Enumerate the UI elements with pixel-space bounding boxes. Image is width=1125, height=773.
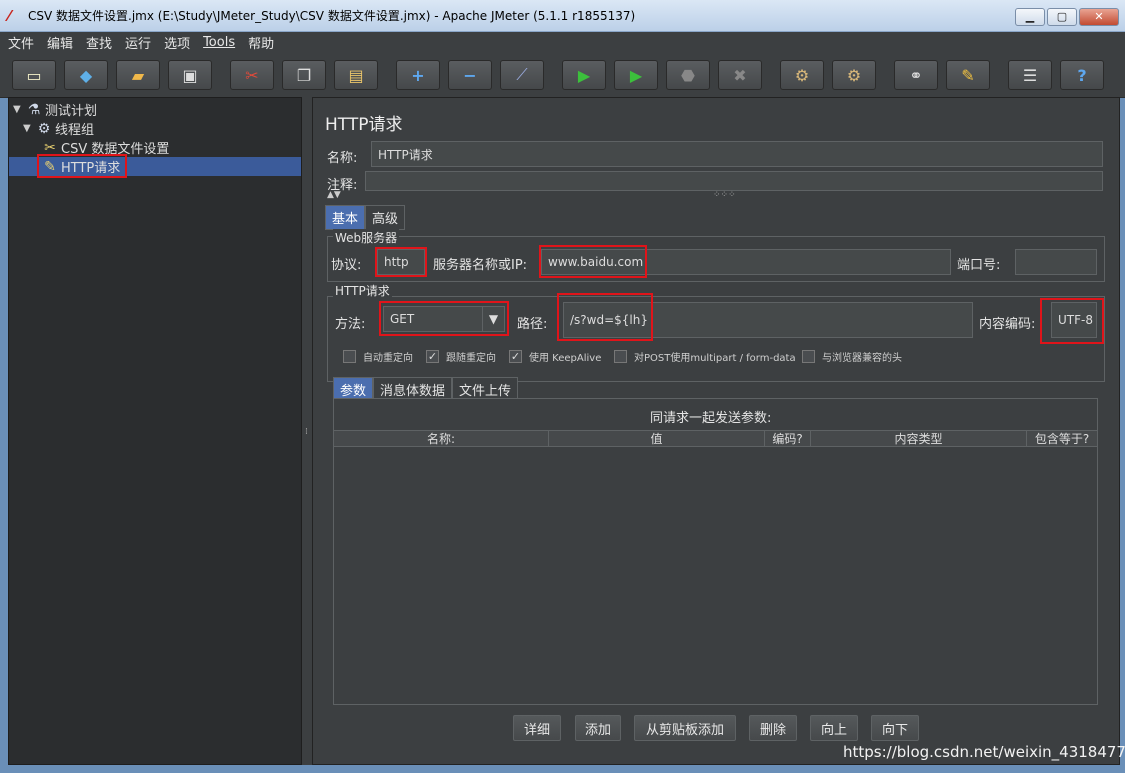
clear-icon[interactable]: ⚙ [780, 60, 824, 90]
save-icon[interactable]: ▣ [168, 60, 212, 90]
delete-button[interactable]: 删除 [749, 715, 797, 741]
checkbox-box[interactable] [614, 350, 627, 363]
cut-icon[interactable]: ✂ [230, 60, 274, 90]
browser-headers-checkbox[interactable]: 与浏览器兼容的头 [802, 349, 902, 364]
table-header: 名称: 值 编码? 内容类型 包含等于? [334, 430, 1097, 447]
http-request-panel: HTTP请求 名称: HTTP请求 注释: ▲▼ ⁘⁘⁘ 基本 高级 Web服务… [312, 97, 1120, 765]
highlight-box [379, 301, 509, 336]
checkbox-label: 自动重定向 [363, 353, 413, 364]
checkbox-box[interactable]: ✓ [509, 350, 522, 363]
protocol-label: 协议: [331, 258, 362, 273]
checkbox-box[interactable]: ✓ [426, 350, 439, 363]
checkbox-label: 使用 KeepAlive [529, 353, 602, 364]
checkbox-label: 对POST使用multipart / form-data [634, 353, 796, 364]
highlight-box [37, 154, 127, 178]
tree-item-label: 线程组 [55, 123, 95, 138]
add-from-clipboard-button[interactable]: 从剪贴板添加 [634, 715, 736, 741]
checkbox-box[interactable] [343, 350, 356, 363]
title-bar: ⁄ CSV 数据文件设置.jmx (E:\Study\JMeter_Study\… [0, 0, 1125, 32]
add-button[interactable]: 添加 [575, 715, 621, 741]
menu-bar: 文件 编辑 查找 运行 选项 Tools 帮助 [0, 32, 1125, 52]
templates-icon[interactable]: ◆ [64, 60, 108, 90]
jmeter-feather-icon: ⁄ [8, 6, 11, 25]
start-no-pause-icon[interactable]: ▶ [614, 60, 658, 90]
move-up-button[interactable]: 向上 [810, 715, 858, 741]
collapse-icon[interactable]: − [448, 60, 492, 90]
expand-arrow-icon[interactable]: ▼ [13, 104, 25, 115]
shutdown-icon[interactable]: ✖ [718, 60, 762, 90]
menu-edit[interactable]: 编辑 [47, 33, 73, 52]
encoding-label: 内容编码: [979, 317, 1036, 332]
open-icon[interactable]: ▰ [116, 60, 160, 90]
tree-item-thread-group[interactable]: ▼ ⚙ 线程组 [23, 119, 95, 139]
name-label: 名称: [327, 151, 358, 166]
menu-tools[interactable]: Tools [203, 35, 235, 50]
clear-all-icon[interactable]: ⚙ [832, 60, 876, 90]
copy-icon[interactable]: ❐ [282, 60, 326, 90]
watermark: https://blog.csdn.net/weixin_43184774 [843, 743, 1125, 761]
checkbox-box[interactable] [802, 350, 815, 363]
collapse-arrows-icon[interactable]: ▲▼ [327, 190, 341, 200]
detail-button[interactable]: 详细 [513, 715, 561, 741]
keepalive-checkbox[interactable]: ✓ 使用 KeepAlive [509, 349, 601, 364]
gear-icon: ⚙ [37, 120, 51, 137]
column-header[interactable]: 名称: [334, 431, 549, 446]
menu-search[interactable]: 查找 [86, 33, 112, 52]
checkbox-label: 与浏览器兼容的头 [822, 353, 902, 364]
highlight-box [539, 245, 647, 278]
method-label: 方法: [335, 317, 366, 332]
port-label: 端口号: [957, 258, 1001, 273]
toolbar: ▭ ◆ ▰ ▣ ✂ ❐ ▤ + − ⟋ ▶ ▶ ⬣ ✖ ⚙ ⚙ ⚭ ✎ ☰ ? [0, 52, 1125, 98]
http-request-group-title: HTTP请求 [333, 282, 392, 299]
tree-item-test-plan[interactable]: ▼ ⚗ 测试计划 [13, 100, 98, 120]
checkbox-label: 跟随重定向 [446, 353, 496, 364]
start-icon[interactable]: ▶ [562, 60, 606, 90]
tab-advanced[interactable]: 高级 [365, 205, 406, 230]
splitter[interactable]: ⁞ [302, 97, 312, 765]
column-header[interactable]: 值 [549, 431, 765, 446]
server-label: 服务器名称或IP: [433, 258, 528, 273]
close-button[interactable]: ✕ [1079, 8, 1119, 26]
column-header[interactable]: 编码? [765, 431, 811, 446]
new-icon[interactable]: ▭ [12, 60, 56, 90]
maximize-button[interactable]: ▢ [1047, 8, 1077, 26]
panel-title: HTTP请求 [325, 115, 403, 135]
function-helper-icon[interactable]: ☰ [1008, 60, 1052, 90]
tab-basic[interactable]: 基本 [325, 205, 366, 230]
name-input[interactable]: HTTP请求 [371, 141, 1103, 167]
minimize-button[interactable]: ▁ [1015, 8, 1045, 26]
window-title: CSV 数据文件设置.jmx (E:\Study\JMeter_Study\CS… [28, 9, 636, 23]
flask-icon: ⚗ [27, 101, 41, 118]
web-server-group-title: Web服务器 [333, 229, 400, 246]
menu-options[interactable]: 选项 [164, 33, 190, 52]
highlight-box [1040, 298, 1104, 344]
port-input[interactable] [1015, 249, 1097, 275]
test-plan-tree: ▼ ⚗ 测试计划 ▼ ⚙ 线程组 ✂ CSV 数据文件设置 ✎ HTTP请求 [8, 97, 302, 765]
comment-input[interactable] [365, 171, 1103, 191]
expand-icon[interactable]: + [396, 60, 440, 90]
move-down-button[interactable]: 向下 [871, 715, 919, 741]
multipart-checkbox[interactable]: 对POST使用multipart / form-data [614, 349, 796, 364]
reset-search-icon[interactable]: ✎ [946, 60, 990, 90]
stop-icon[interactable]: ⬣ [666, 60, 710, 90]
tree-item-label: 测试计划 [45, 104, 98, 119]
highlight-box [557, 293, 653, 341]
path-label: 路径: [517, 317, 548, 332]
expand-arrow-icon[interactable]: ▼ [23, 123, 35, 134]
follow-redirects-checkbox[interactable]: ✓ 跟随重定向 [426, 349, 496, 364]
params-caption: 同请求一起发送参数: [650, 411, 772, 426]
highlight-box [375, 247, 427, 277]
parameters-table: 同请求一起发送参数: 名称: 值 编码? 内容类型 包含等于? [333, 398, 1098, 705]
menu-run[interactable]: 运行 [125, 33, 151, 52]
column-header[interactable]: 包含等于? [1027, 431, 1097, 446]
auto-redirect-checkbox[interactable]: 自动重定向 [343, 349, 413, 364]
menu-help[interactable]: 帮助 [248, 33, 274, 52]
menu-file[interactable]: 文件 [8, 33, 34, 52]
column-header[interactable]: 内容类型 [811, 431, 1027, 446]
search-icon[interactable]: ⚭ [894, 60, 938, 90]
help-icon[interactable]: ? [1060, 60, 1104, 90]
paste-icon[interactable]: ▤ [334, 60, 378, 90]
drag-grip-icon[interactable]: ⁘⁘⁘ [713, 190, 736, 200]
toggle-icon[interactable]: ⟋ [500, 60, 544, 90]
